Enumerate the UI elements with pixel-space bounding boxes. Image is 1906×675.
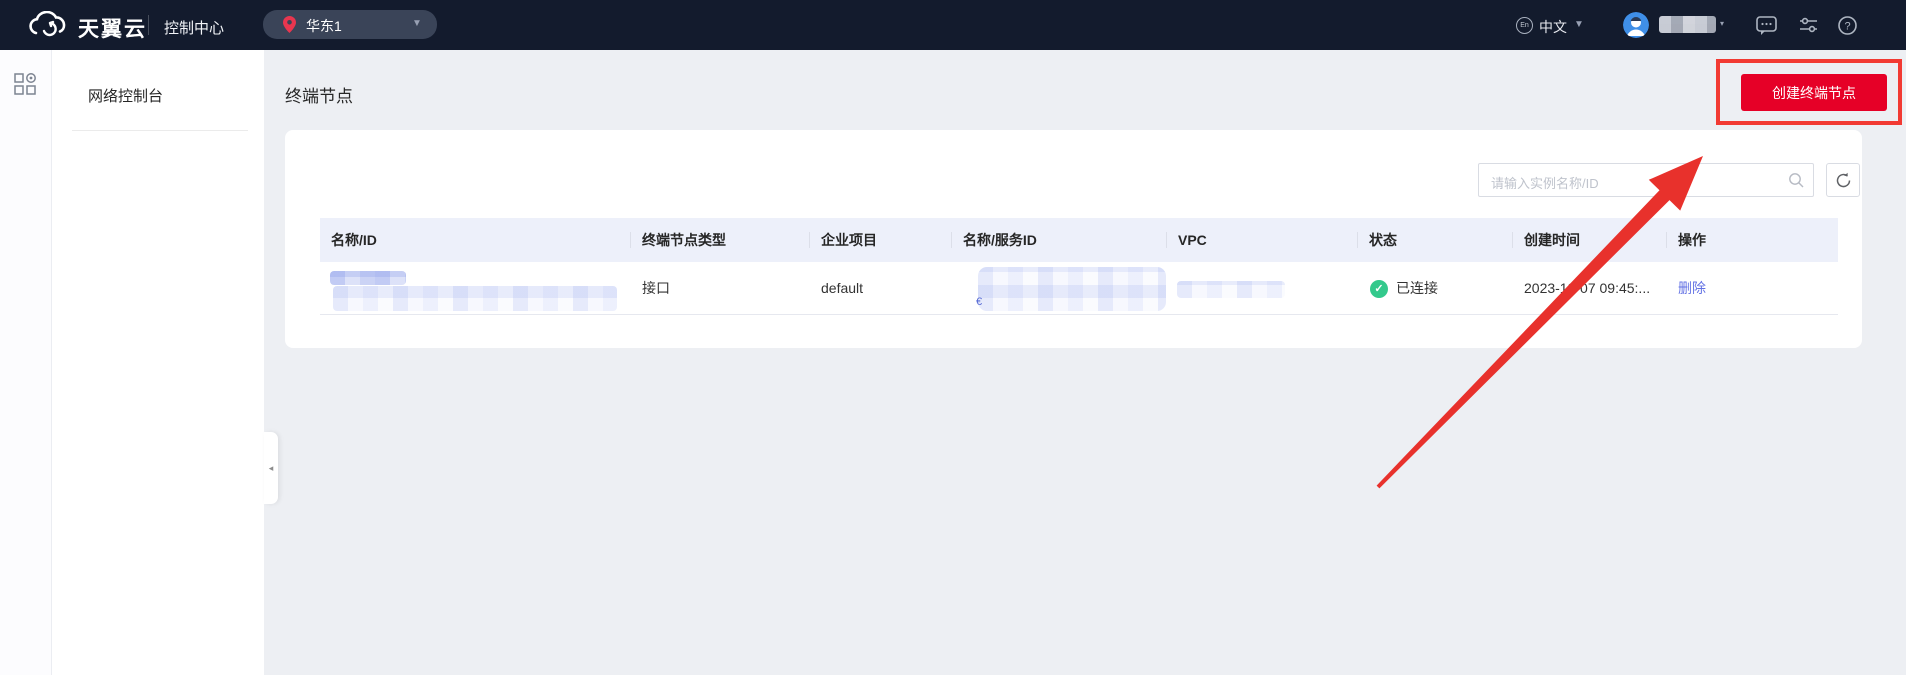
refresh-icon	[1836, 172, 1850, 187]
cell-endpoint-type: 接口	[642, 280, 670, 296]
blurred-vpc	[1177, 281, 1285, 298]
col-vpc[interactable]: VPC	[1167, 218, 1358, 262]
search-input[interactable]: 请输入实例名称/ID	[1478, 163, 1814, 197]
cell-name-id	[320, 262, 631, 314]
language-selector[interactable]: 中文	[1539, 17, 1567, 37]
feedback-message-icon[interactable]	[1756, 16, 1777, 36]
cell-service-id: €	[952, 262, 1167, 314]
navbar-divider	[148, 15, 149, 35]
cell-enterprise-project: default	[821, 280, 864, 296]
apps-grid-icon[interactable]	[13, 72, 37, 96]
cell-created-time: 2023-12-07 09:45:...	[1524, 280, 1651, 296]
delete-link[interactable]: 删除	[1667, 262, 1706, 314]
language-caret-icon: ▼	[1574, 19, 1584, 30]
sidebar-title: 网络控制台	[88, 88, 164, 105]
cell-status: ✓ 已连接	[1358, 262, 1513, 314]
status-label: 已连接	[1396, 280, 1438, 296]
location-pin-icon	[283, 16, 296, 33]
col-name-id[interactable]: 名称/ID	[320, 218, 631, 262]
username-blurred[interactable]	[1659, 16, 1716, 33]
top-navbar: 天翼云 控制中心 华东1 ▼ En 中文 ▼ ▾ ?	[0, 0, 1906, 50]
blurred-service-id	[978, 267, 1166, 311]
page-title: 终端节点	[285, 87, 353, 106]
cell-actions: 删除	[1667, 262, 1838, 314]
col-endpoint-type[interactable]: 终端节点类型	[631, 218, 810, 262]
user-menu-caret-icon: ▾	[1720, 19, 1725, 28]
ctyun-cloud-logo-icon	[29, 11, 66, 37]
col-status[interactable]: 状态	[1358, 218, 1513, 262]
region-label: 华东1	[306, 18, 342, 34]
status-connected-icon: ✓	[1370, 280, 1388, 298]
col-created-time[interactable]: 创建时间	[1513, 218, 1667, 262]
blurred-name	[330, 271, 406, 285]
search-placeholder: 请输入实例名称/ID	[1491, 176, 1599, 191]
blurred-id	[333, 286, 617, 311]
create-endpoint-button[interactable]: 创建终端节点	[1741, 74, 1887, 111]
sidebar-collapse-handle[interactable]: ◂	[264, 432, 278, 504]
console-center-link[interactable]: 控制中心	[164, 17, 224, 38]
help-icon[interactable]: ?	[1838, 16, 1857, 35]
col-enterprise-project[interactable]: 企业项目	[810, 218, 952, 262]
brand-name: 天翼云	[78, 18, 147, 41]
table-row[interactable]: 接口 default € ✓ 已连接 2023-12-07 09:45:... …	[320, 262, 1838, 315]
user-avatar[interactable]	[1623, 12, 1649, 38]
cell-vpc	[1167, 262, 1358, 314]
svg-text:?: ?	[1844, 21, 1850, 33]
network-console-sidebar: 网络控制台	[52, 50, 264, 675]
table-header: 名称/ID 终端节点类型 企业项目 名称/服务ID VPC 状态 创建时间 操作	[320, 218, 1838, 262]
search-icon[interactable]	[1788, 172, 1804, 188]
service-icon-strip	[0, 50, 52, 675]
service-id-prefix: €	[976, 296, 983, 308]
settings-sliders-icon[interactable]	[1799, 16, 1818, 35]
col-actions[interactable]: 操作	[1667, 218, 1838, 262]
region-caret-icon: ▼	[412, 18, 422, 29]
sidebar-title-divider	[72, 130, 248, 131]
col-service-id[interactable]: 名称/服务ID	[952, 218, 1167, 262]
refresh-button[interactable]	[1826, 163, 1860, 197]
language-globe-icon: En	[1516, 17, 1533, 34]
